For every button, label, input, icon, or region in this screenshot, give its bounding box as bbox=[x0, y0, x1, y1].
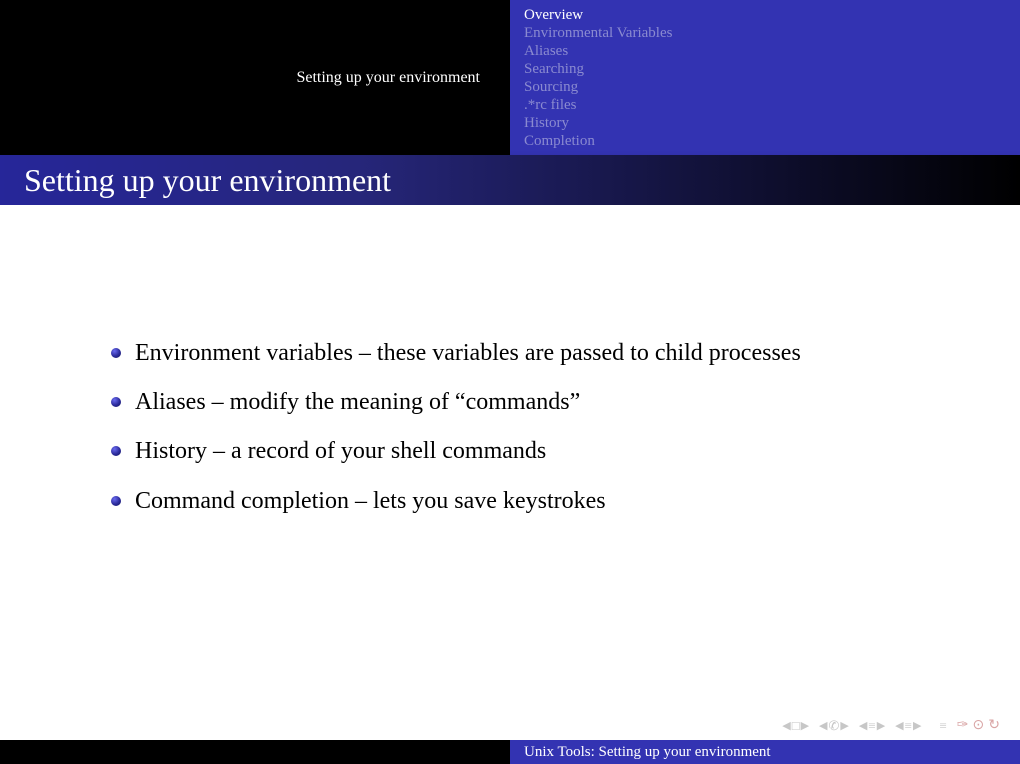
bullet-item: History – a record of your shell command… bbox=[135, 433, 940, 470]
nav-item-6[interactable]: History bbox=[524, 114, 1020, 132]
bullet-item: Command completion – lets you save keyst… bbox=[135, 483, 940, 520]
bullet-item: Environment variables – these variables … bbox=[135, 335, 940, 372]
bullet-item: Aliases – modify the meaning of “command… bbox=[135, 384, 940, 421]
nav-prev-button[interactable]: ◀≡▶ bbox=[859, 718, 885, 734]
slide-body: Environment variables – these variables … bbox=[0, 205, 1020, 740]
header: Setting up your environment OverviewEnvi… bbox=[0, 0, 1020, 155]
nav-item-0[interactable]: Overview bbox=[524, 6, 1020, 24]
nav-next-button[interactable]: ◀≡▶ bbox=[895, 718, 921, 734]
header-nav: OverviewEnvironmental VariablesAliasesSe… bbox=[510, 0, 1020, 155]
footer-left bbox=[0, 740, 510, 764]
nav-back-button[interactable]: ✑ bbox=[957, 717, 969, 734]
nav-item-5[interactable]: .*rc files bbox=[524, 96, 1020, 114]
section-label: Setting up your environment bbox=[296, 69, 480, 87]
nav-forward-button[interactable]: ↻ bbox=[988, 717, 1000, 734]
slide-title: Setting up your environment bbox=[24, 162, 391, 199]
title-bar: Setting up your environment bbox=[0, 155, 1020, 205]
nav-item-2[interactable]: Aliases bbox=[524, 42, 1020, 60]
header-left: Setting up your environment bbox=[0, 0, 510, 155]
nav-item-4[interactable]: Sourcing bbox=[524, 78, 1020, 96]
footer: Unix Tools: Setting up your environment bbox=[0, 740, 1020, 764]
nav-search-button[interactable]: ⊙ bbox=[973, 717, 985, 734]
nav-first-button[interactable]: ◀□▶ bbox=[782, 718, 809, 734]
footer-right: Unix Tools: Setting up your environment bbox=[510, 740, 1020, 764]
nav-prev-slide-button[interactable]: ◀✆▶ bbox=[819, 718, 849, 734]
nav-item-7[interactable]: Completion bbox=[524, 132, 1020, 150]
nav-item-3[interactable]: Searching bbox=[524, 60, 1020, 78]
nav-item-1[interactable]: Environmental Variables bbox=[524, 24, 1020, 42]
footer-text: Unix Tools: Setting up your environment bbox=[524, 744, 771, 761]
nav-end-group: ✑ ⊙ ↻ bbox=[957, 717, 1000, 734]
bullet-list: Environment variables – these variables … bbox=[135, 335, 940, 520]
slide: Setting up your environment OverviewEnvi… bbox=[0, 0, 1020, 764]
nav-controls: ◀□▶ ◀✆▶ ◀≡▶ ◀≡▶ ≡ ✑ ⊙ ↻ bbox=[782, 717, 1000, 734]
nav-toc-button[interactable]: ≡ bbox=[939, 718, 946, 734]
